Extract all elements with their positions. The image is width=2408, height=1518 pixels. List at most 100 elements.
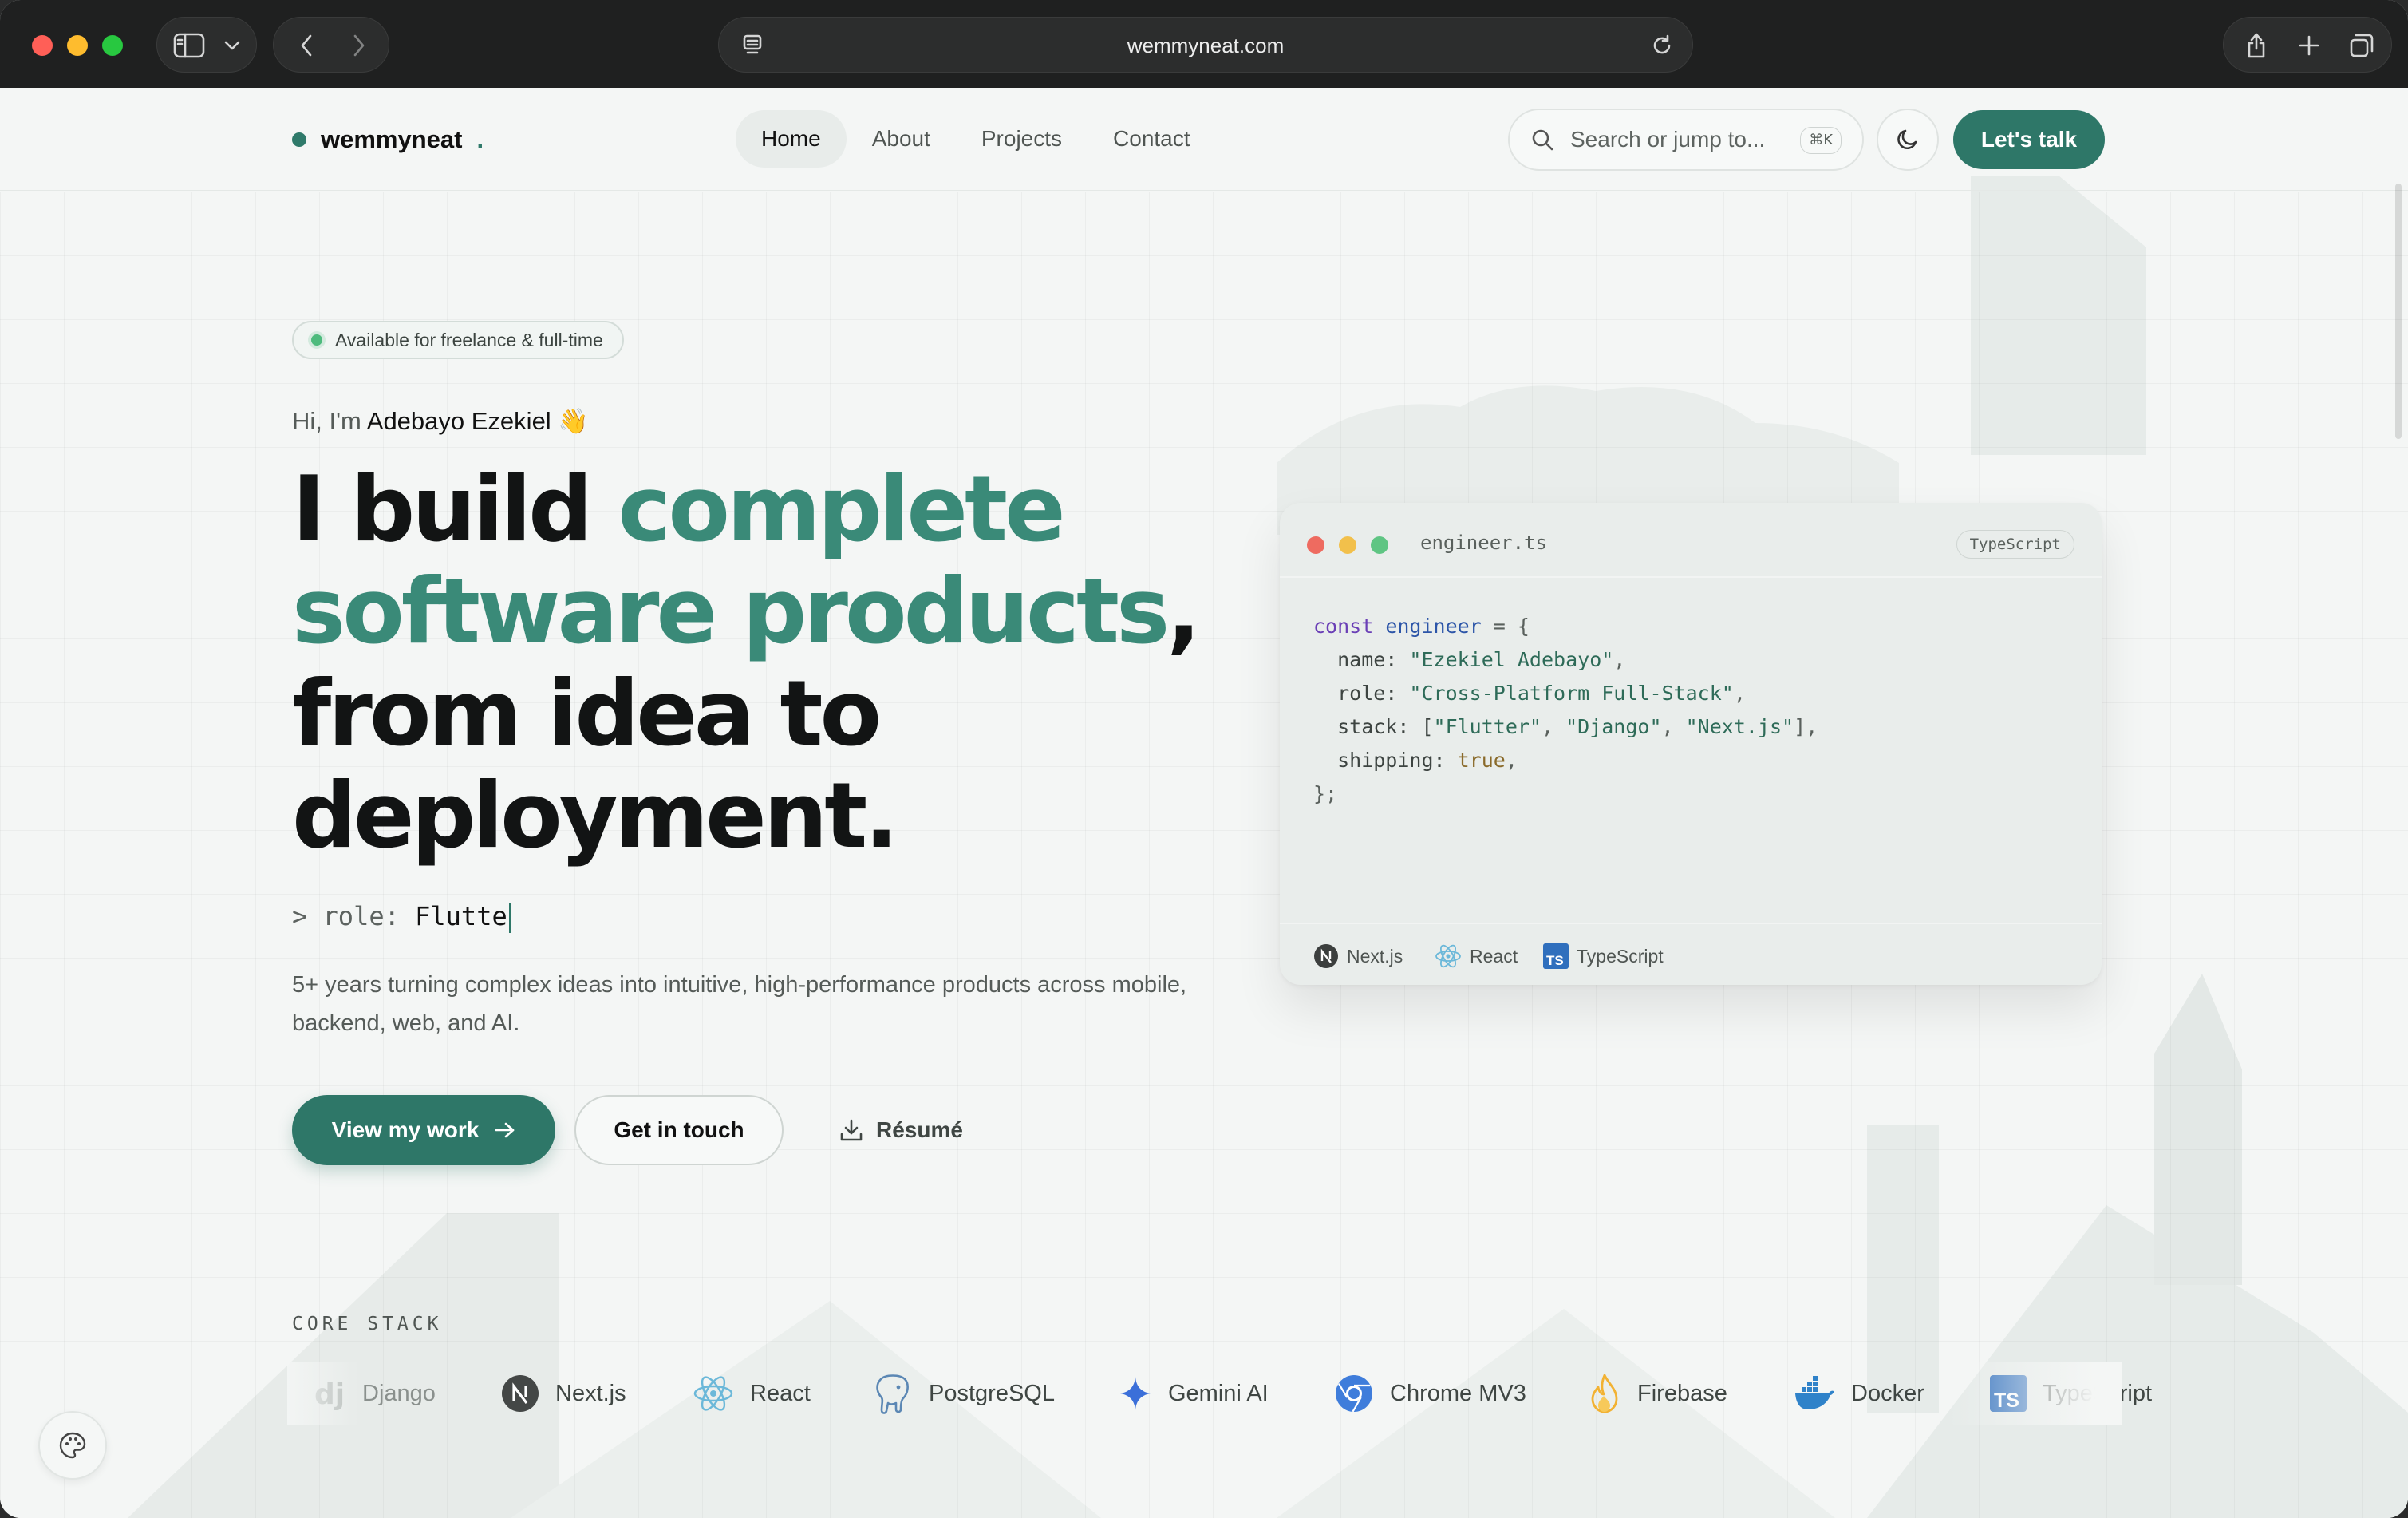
code-dot-red-icon [1307, 536, 1324, 554]
footer-tech-label: Next.js [1347, 945, 1403, 967]
greeting-prefix: Hi, I'm [292, 407, 367, 435]
fullscreen-window-button[interactable] [102, 35, 123, 56]
minimize-window-button[interactable] [67, 35, 88, 56]
code-token: role: [1313, 682, 1410, 705]
new-tab-icon[interactable] [2284, 18, 2334, 73]
gemini-sparkle-icon [1120, 1377, 1151, 1410]
moon-icon [1897, 129, 1917, 149]
code-token: stack: [ [1313, 715, 1434, 738]
headline-part-2: , [1166, 559, 1201, 664]
code-token: "Cross-Platform Full-Stack" [1409, 682, 1734, 705]
share-icon[interactable] [2232, 18, 2281, 73]
reload-icon[interactable] [1640, 18, 1684, 73]
nav-home[interactable]: Home [736, 110, 847, 168]
stack-item-label: React [750, 1380, 811, 1406]
nav-contact[interactable]: Contact [1088, 110, 1216, 168]
footer-tech-label: TypeScript [1577, 945, 1664, 967]
stack-item-label: Docker [1851, 1380, 1924, 1406]
resume-download-button[interactable]: Résumé [839, 1095, 963, 1165]
brand-logo[interactable]: wemmyneat . [292, 124, 484, 156]
stack-item-label: Django [362, 1380, 436, 1406]
wave-emoji: 👋 [558, 407, 589, 435]
code-token: "Ezekiel Adebayo" [1409, 648, 1614, 671]
stack-item-label: PostgreSQL [929, 1380, 1055, 1406]
react-icon [1435, 944, 1461, 968]
tab-overview-icon[interactable] [2337, 18, 2386, 73]
view-my-work-label: View my work [331, 1117, 480, 1142]
theme-toggle-button[interactable] [1877, 109, 1939, 171]
arrow-right-icon [495, 1122, 515, 1138]
role-prefix: > role: [292, 901, 416, 931]
search-input[interactable]: Search or jump to... ⌘K [1508, 109, 1864, 171]
brand-dot-icon [292, 132, 306, 147]
nav-about[interactable]: About [847, 110, 956, 168]
footer-tech-typescript: TS TypeScript [1543, 942, 1664, 970]
code-token: = { [1481, 615, 1530, 638]
svg-text:TS: TS [1546, 953, 1564, 968]
code-card-footer: Next.js React TS TypeScript [1280, 923, 2102, 985]
person-name: Adebayo Ezekiel [366, 407, 551, 435]
role-value: Flutte [415, 901, 507, 931]
sidebar-toggle-group [156, 17, 257, 73]
code-token: "Django" [1565, 715, 1662, 738]
close-window-button[interactable] [32, 35, 53, 56]
headline-part-1: I build [292, 457, 618, 562]
core-stack-label: CORE STACK [292, 1314, 443, 1334]
stack-item-chrome: Chrome MV3 [1334, 1371, 1526, 1416]
url-text[interactable]: wemmyneat.com [719, 18, 1692, 73]
nav-projects[interactable]: Projects [956, 110, 1088, 168]
resume-label: Résumé [876, 1117, 963, 1142]
availability-badge: Available for freelance & full-time [292, 321, 624, 359]
stack-item-label: Next.js [555, 1380, 626, 1406]
get-in-touch-button[interactable]: Get in touch [574, 1095, 784, 1165]
main-nav: Home About Projects Contact [736, 110, 1216, 168]
code-dot-green-icon [1371, 536, 1388, 554]
page-content: wemmyneat . Home About Projects Contact … [0, 88, 2408, 1518]
headline-part-4: deployment. [292, 763, 898, 868]
code-dot-yellow-icon [1339, 536, 1356, 554]
palette-icon [59, 1432, 86, 1459]
back-arrow-icon[interactable] [285, 18, 328, 73]
footer-tech-label: React [1470, 945, 1518, 967]
code-card: engineer.ts TypeScript const engineer = … [1280, 503, 2102, 985]
stack-item-nextjs: Next.js [501, 1371, 626, 1416]
page-scrollbar[interactable] [2395, 184, 2402, 439]
search-shortcut: ⌘K [1800, 127, 1842, 154]
code-card-header: engineer.ts TypeScript [1280, 503, 2102, 578]
status-dot-icon [311, 334, 322, 346]
search-placeholder: Search or jump to... [1570, 127, 1766, 152]
footer-tech-react: React [1435, 942, 1518, 970]
headline-part-3: from idea to [292, 661, 882, 766]
nextjs-icon [502, 1375, 539, 1412]
sidebar-icon[interactable] [167, 18, 211, 73]
typing-caret [508, 903, 511, 933]
chrome-icon [1336, 1375, 1372, 1413]
availability-text: Available for freelance & full-time [335, 330, 603, 350]
headline-accent-1: complete [618, 457, 1065, 562]
marquee-fade-right [1947, 1362, 2122, 1425]
download-icon [840, 1119, 863, 1141]
address-bar[interactable]: wemmyneat.com [718, 17, 1693, 73]
stack-item-label: Chrome MV3 [1390, 1380, 1526, 1406]
header-divider [0, 190, 2408, 191]
marquee-fade-left [287, 1362, 359, 1425]
code-token: shipping: [1313, 749, 1458, 772]
history-nav-group [273, 17, 389, 73]
view-my-work-button[interactable]: View my work [292, 1095, 555, 1165]
stack-item-postgresql: PostgreSQL [873, 1371, 1055, 1416]
lets-talk-button[interactable]: Let's talk [1953, 110, 2105, 169]
hero-headline: I build complete software products, from… [292, 458, 1249, 867]
code-language-badge: TypeScript [1956, 530, 2074, 559]
headline-accent-2: software products [292, 559, 1170, 664]
brand-suffix: . [476, 125, 484, 153]
greeting: Hi, I'm Adebayo Ezekiel 👋 [292, 399, 589, 444]
forward-arrow-icon[interactable] [338, 18, 381, 73]
docker-whale-icon [1795, 1376, 1834, 1409]
theme-palette-button[interactable] [38, 1411, 107, 1480]
stack-item-firebase: Firebase [1588, 1371, 1727, 1416]
code-token: "Flutter" [1433, 715, 1542, 738]
react-icon [693, 1376, 733, 1411]
chevron-down-icon[interactable] [215, 18, 250, 73]
browser-window: wemmyneat.com wemmyneat . Home About Pro… [0, 0, 2408, 1518]
stack-item-label: Gemini AI [1168, 1380, 1269, 1406]
